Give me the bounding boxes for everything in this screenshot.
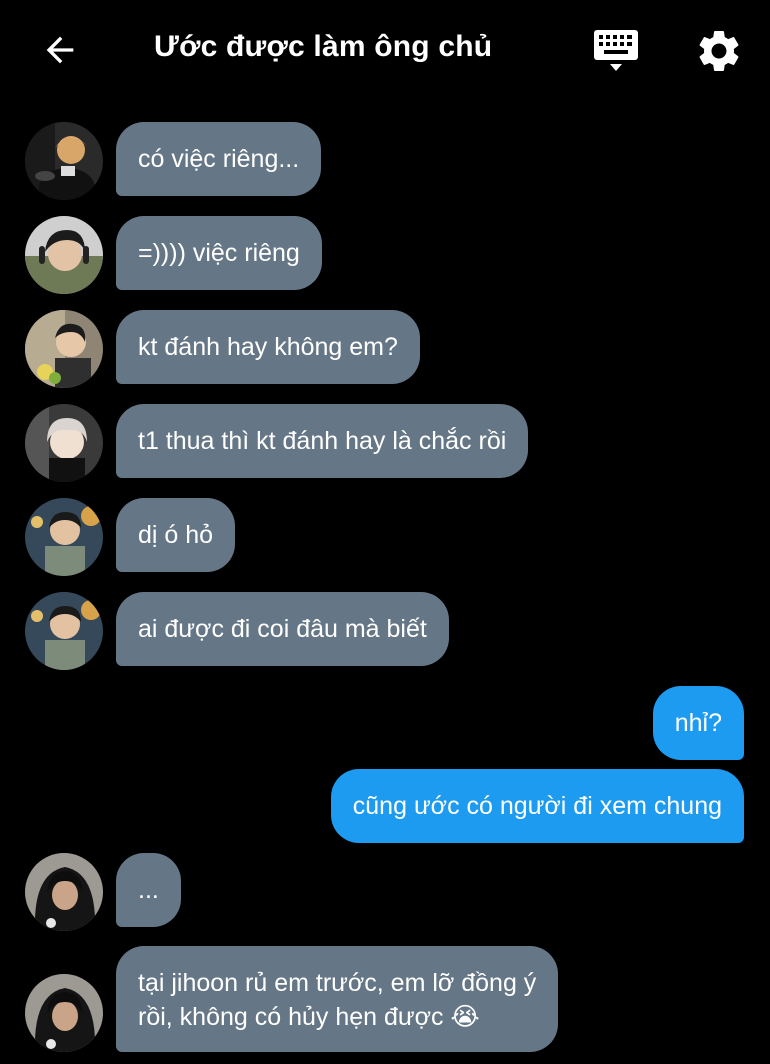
avatar[interactable] (25, 310, 103, 388)
message-line: tại jihoon rủ em trước, em lỡ đồng ý (138, 969, 537, 997)
chat-title: Ước được làm ông chủ (154, 30, 493, 63)
incoming-bubble[interactable]: ai được đi coi đâu mà biết (116, 592, 449, 666)
back-button[interactable] (36, 28, 84, 72)
outgoing-bubble[interactable]: nhỉ? (652, 686, 744, 760)
outgoing-bubble[interactable]: cũng ước có người đi xem chung (330, 769, 744, 843)
settings-button[interactable] (694, 26, 744, 76)
incoming-bubble[interactable]: có việc riêng... (116, 122, 322, 196)
incoming-bubble[interactable]: ... (116, 853, 181, 927)
incoming-bubble[interactable]: tại jihoon rủ em trước, em lỡ đồng ý rồi… (116, 946, 559, 1052)
incoming-bubble[interactable]: kt đánh hay không em? (116, 310, 420, 384)
avatar[interactable] (25, 853, 103, 931)
avatar[interactable] (25, 498, 103, 576)
message-line: rồi, không có hủy hẹn được 😭 (138, 1003, 480, 1031)
avatar[interactable] (25, 404, 103, 482)
chat-header: Ước được làm ông chủ (0, 0, 770, 100)
arrow-left-icon (46, 36, 74, 64)
avatar[interactable] (25, 592, 103, 670)
keyboard-icon (594, 30, 638, 71)
avatar[interactable] (25, 216, 103, 294)
avatar[interactable] (25, 122, 103, 200)
incoming-bubble[interactable]: dị ó hỏ (116, 498, 236, 572)
incoming-bubble[interactable]: =)))) việc riêng (116, 216, 322, 290)
keyboard-button[interactable] (590, 26, 642, 76)
avatar[interactable] (25, 974, 103, 1052)
incoming-bubble[interactable]: t1 thua thì kt đánh hay là chắc rồi (116, 404, 529, 478)
gear-icon (699, 30, 739, 72)
